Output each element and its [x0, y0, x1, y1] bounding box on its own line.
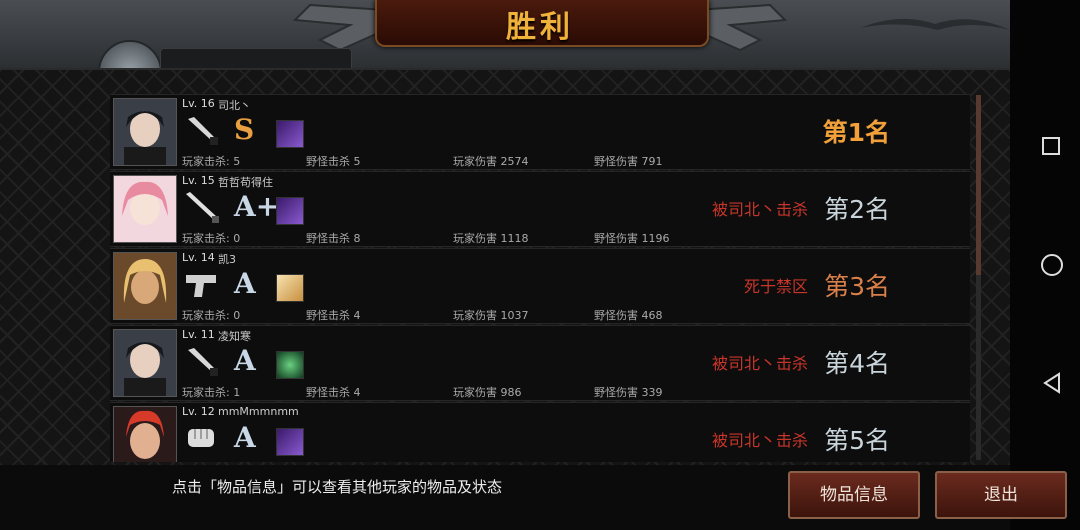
- player-level: Lv. 16: [182, 97, 215, 110]
- home-icon[interactable]: [1041, 254, 1063, 276]
- rank-label: 第1名: [822, 118, 890, 147]
- player-row[interactable]: Lv. 16 司北丶 S 玩家击杀: 5 野怪击杀 5 玩家伤害 2574 野怪…: [110, 94, 970, 170]
- purple-item-icon[interactable]: [276, 428, 304, 456]
- player-name: 凌知寒: [218, 330, 251, 343]
- player-kills: 玩家击杀: 5: [182, 155, 241, 168]
- avatar: [113, 252, 177, 320]
- player-row[interactable]: Lv. 12 mmMmmnmm A 被司北丶击杀 第5名: [110, 402, 970, 462]
- green-item-icon[interactable]: [276, 351, 304, 379]
- purple-item-icon[interactable]: [276, 120, 304, 148]
- grade-badge: A: [234, 421, 256, 454]
- purple-item-icon[interactable]: [276, 197, 304, 225]
- pistol-icon: [186, 275, 216, 297]
- monster-kills: 野怪击杀 5: [306, 155, 361, 168]
- player-name: mmMmmnmm: [218, 405, 299, 418]
- player-level: Lv. 11: [182, 328, 215, 341]
- monster-damage: 野怪伤害 791: [594, 155, 663, 168]
- player-damage: 玩家伤害 2574: [453, 155, 529, 168]
- item-info-hint: 点击「物品信息」可以查看其他玩家的物品及状态: [172, 478, 503, 496]
- player-level: Lv. 12: [182, 405, 215, 418]
- monster-damage: 野怪伤害 339: [594, 386, 663, 399]
- player-damage: 玩家伤害 986: [453, 386, 522, 399]
- player-name: 司北丶: [218, 99, 251, 112]
- player-damage: 玩家伤害 1037: [453, 309, 529, 322]
- player-level: Lv. 15: [182, 174, 215, 187]
- rank-label: 第5名: [824, 426, 890, 455]
- death-status: 被司北丶击杀: [711, 431, 808, 450]
- monster-kills: 野怪击杀 4: [306, 309, 361, 322]
- monster-kills: 野怪击杀 4: [306, 386, 361, 399]
- item-info-button[interactable]: 物品信息: [788, 471, 920, 519]
- gold-item-icon[interactable]: [276, 274, 304, 302]
- player-level: Lv. 14: [182, 251, 215, 264]
- grade-badge: S: [234, 113, 255, 146]
- exit-button[interactable]: 退出: [935, 471, 1067, 519]
- scrollbar-thumb[interactable]: [976, 95, 981, 275]
- rank-label: 第4名: [824, 349, 890, 378]
- recent-apps-icon[interactable]: [1042, 137, 1060, 155]
- player-row[interactable]: Lv. 15 哲哲苟得住 A+ 玩家击杀: 0 野怪击杀 8 玩家伤害 1118…: [110, 171, 970, 247]
- player-kills: 玩家击杀: 0: [182, 309, 241, 322]
- grade-badge: A: [234, 267, 256, 300]
- monster-damage: 野怪伤害 1196: [594, 232, 670, 245]
- player-name: 凯3: [218, 253, 236, 266]
- player-result-list[interactable]: Lv. 16 司北丶 S 玩家击杀: 5 野怪击杀 5 玩家伤害 2574 野怪…: [110, 94, 970, 462]
- avatar: [113, 329, 177, 397]
- player-damage: 玩家伤害 1118: [453, 232, 529, 245]
- player-row[interactable]: Lv. 14 凯3 A 玩家击杀: 0 野怪击杀 4 玩家伤害 1037 野怪伤…: [110, 248, 970, 324]
- player-kills: 玩家击杀: 1: [182, 386, 241, 399]
- victory-title: 胜利: [506, 10, 574, 45]
- player-name: 哲哲苟得住: [218, 176, 273, 189]
- avatar: [113, 175, 177, 243]
- back-icon[interactable]: [1042, 372, 1062, 394]
- fist-icon: [188, 429, 214, 447]
- sword-icon: [186, 192, 219, 223]
- death-status: 被司北丶击杀: [711, 354, 808, 373]
- avatar: [113, 406, 177, 462]
- rank-label: 第2名: [824, 195, 890, 224]
- player-row[interactable]: Lv. 11 凌知寒 A 玩家击杀: 1 野怪击杀 4 玩家伤害 986 野怪伤…: [110, 325, 970, 401]
- avatar: [113, 98, 177, 166]
- grade-badge: A+: [234, 190, 280, 223]
- monster-kills: 野怪击杀 8: [306, 232, 361, 245]
- death-status: 死于禁区: [743, 277, 808, 296]
- player-kills: 玩家击杀: 0: [182, 232, 241, 245]
- rank-label: 第3名: [824, 272, 890, 301]
- grade-badge: A: [234, 344, 256, 377]
- knife-icon: [188, 117, 218, 145]
- bird-silhouette-icon: [860, 18, 1010, 30]
- monster-damage: 野怪伤害 468: [594, 309, 663, 322]
- knife-icon: [188, 348, 218, 376]
- death-status: 被司北丶击杀: [711, 200, 808, 219]
